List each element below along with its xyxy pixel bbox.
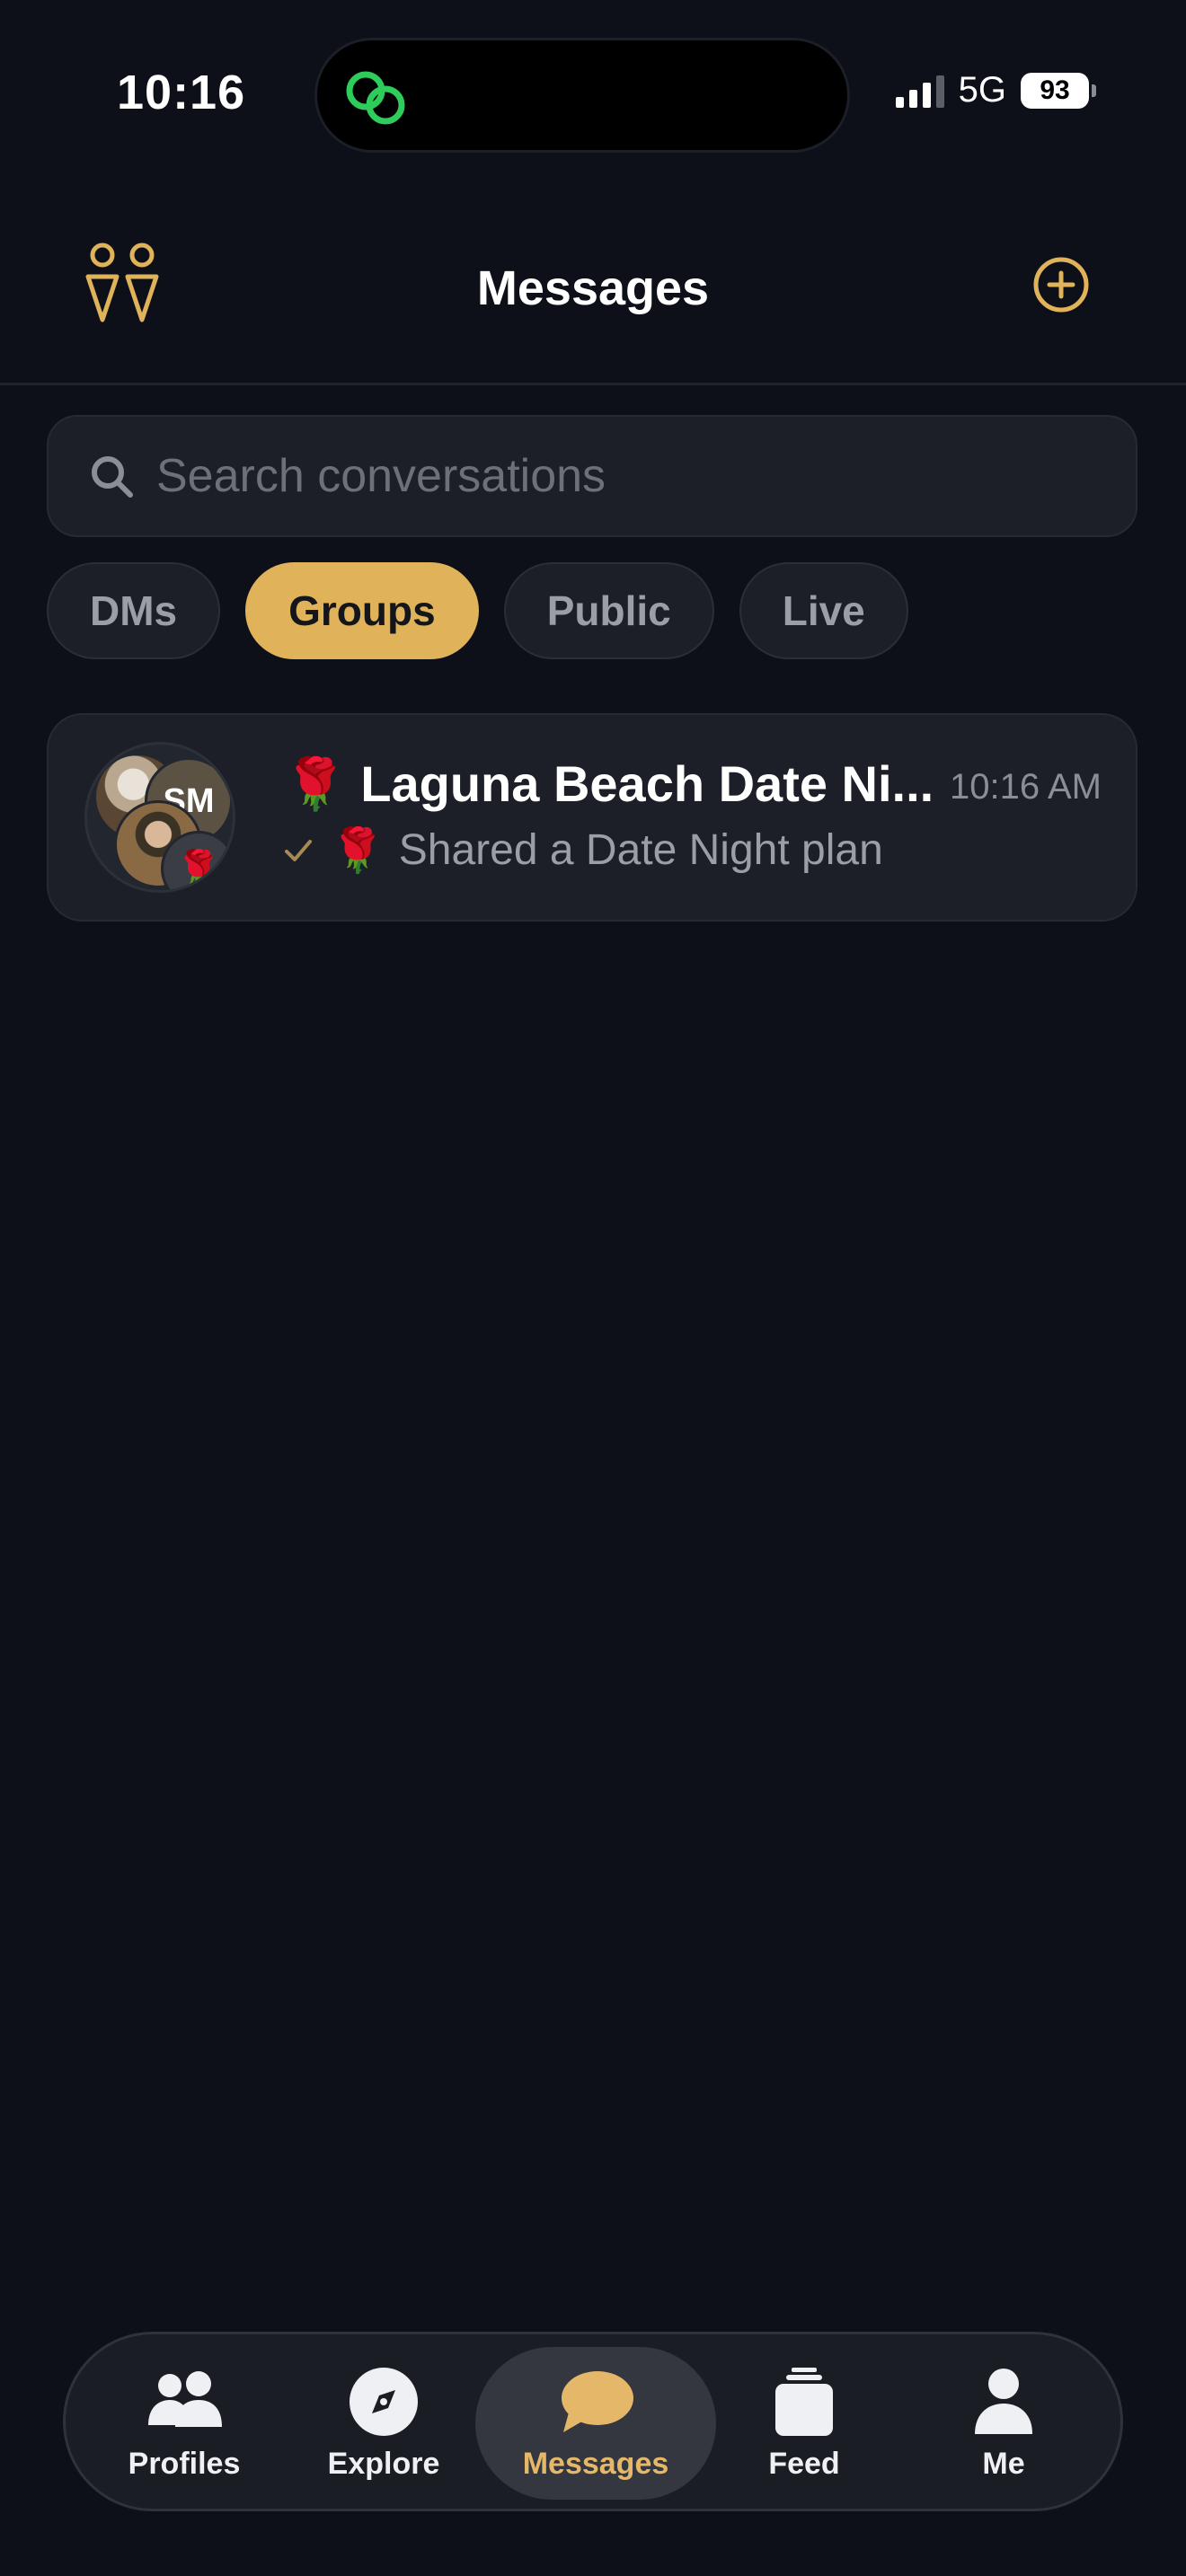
rose-emoji: 🌹: [331, 827, 385, 875]
conversation-preview: Shared a Date Night plan: [398, 826, 883, 874]
nav-label-me: Me: [982, 2446, 1025, 2481]
group-avatar: SM 🌹: [84, 742, 235, 893]
conversation-preview-row: 🌹 Shared a Date Night plan: [280, 825, 883, 876]
header: Messages: [0, 216, 1186, 350]
tab-live[interactable]: Live: [739, 562, 908, 659]
search-input[interactable]: [156, 417, 1109, 535]
conversation-item[interactable]: SM 🌹 🌹 Laguna Beach Date Ni... 10:16 AM …: [47, 713, 1137, 922]
dynamic-island: [314, 38, 850, 153]
network-type: 5G: [958, 70, 1006, 110]
battery-level: 93: [1021, 72, 1089, 109]
nav-label-explore: Explore: [327, 2446, 440, 2481]
status-time: 10:16: [117, 66, 246, 119]
status-indicators: 5G 93: [895, 70, 1096, 110]
rose-avatar: 🌹: [161, 831, 233, 890]
new-conversation-button[interactable]: [1031, 255, 1091, 314]
nav-profiles[interactable]: Profiles: [85, 2347, 283, 2500]
nav-feed[interactable]: Feed: [705, 2347, 903, 2500]
checkmark-icon: [285, 839, 312, 861]
compass-icon: [350, 2367, 418, 2436]
header-divider: [0, 383, 1186, 385]
nav-label-messages: Messages: [522, 2446, 669, 2481]
page-title: Messages: [476, 261, 710, 315]
nav-me[interactable]: Me: [905, 2347, 1102, 2500]
bottom-nav: Profiles Explore Messages Feed Me: [63, 2332, 1123, 2511]
tab-dms[interactable]: DMs: [47, 562, 221, 659]
battery-icon: 93: [1021, 72, 1096, 109]
filter-tabs: DMs Groups Public Live: [47, 562, 908, 659]
nav-label-profiles: Profiles: [128, 2446, 241, 2481]
search-icon: [92, 456, 133, 498]
conversation-title: 🌹 Laguna Beach Date Ni...: [284, 755, 934, 812]
people-icon: [148, 2370, 222, 2427]
tab-public[interactable]: Public: [503, 562, 714, 659]
conversation-time: 10:16 AM: [949, 767, 1102, 807]
tab-groups[interactable]: Groups: [245, 562, 479, 659]
signal-icon: [895, 74, 944, 108]
messages-screen: 10:16 5G 93 Messages Search conversation…: [0, 0, 1186, 2576]
chat-bubble-icon: [562, 2370, 633, 2432]
nav-messages[interactable]: Messages: [475, 2347, 716, 2500]
linked-rings-icon: [346, 71, 405, 125]
nav-label-feed: Feed: [768, 2446, 840, 2481]
cards-stack-icon: [775, 2367, 833, 2436]
search-bar[interactable]: [47, 415, 1137, 537]
nav-explore[interactable]: Explore: [285, 2347, 482, 2500]
person-icon: [975, 2368, 1032, 2434]
